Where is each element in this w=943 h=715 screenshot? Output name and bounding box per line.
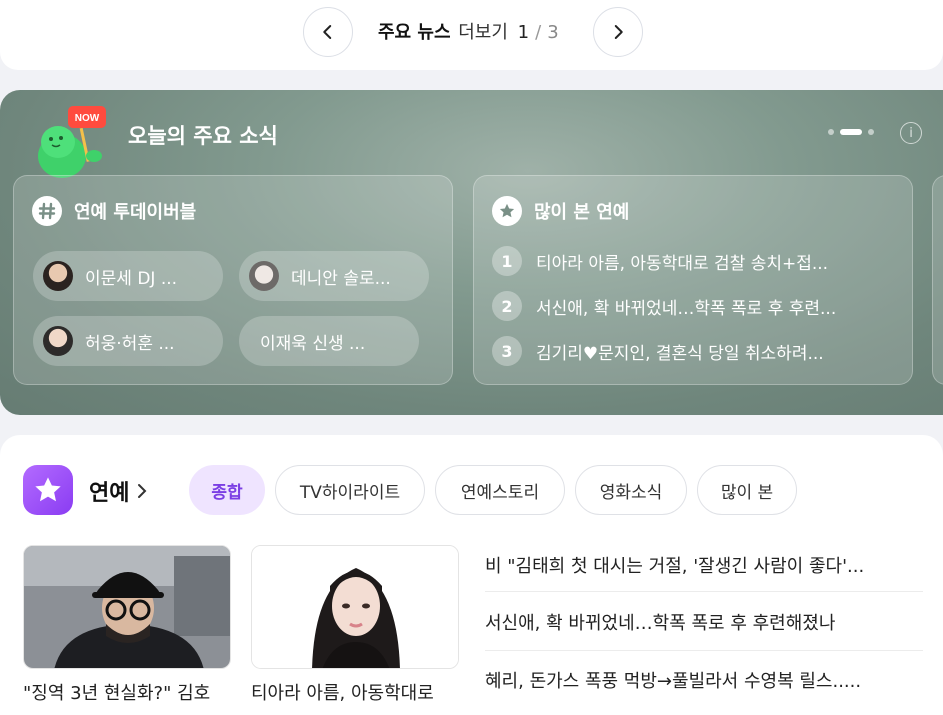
- divider: [485, 650, 923, 651]
- carousel-dots: [828, 129, 874, 135]
- trending-chip-label: 이문세 DJ ...: [85, 268, 178, 289]
- most-viewed-text: 김기리♥문지인, 결혼식 당일 취소하려...: [536, 343, 824, 364]
- trending-chip-label: 이재욱 신생 ...: [260, 333, 366, 354]
- headline-link[interactable]: 혜리, 돈가스 폭풍 먹방→풀빌라서 수영복 릴스.....: [485, 667, 923, 693]
- most-viewed-card: 많이 본 연예 1 티아라 아름, 아동학대로 검찰 송치+접... 2 서신애…: [473, 175, 913, 385]
- mascot-badge: NOW: [75, 113, 100, 124]
- today-news-panel: NOW 오늘의 주요 소식 i 연예 투데이버블 이문세 DJ ... 데니안 …: [0, 90, 943, 415]
- trending-chip-label: 허웅·허훈 ...: [85, 333, 175, 354]
- trending-card: 연예 투데이버블 이문세 DJ ... 데니안 솔로... 허웅·허훈 ... …: [13, 175, 453, 385]
- most-viewed-item[interactable]: 1 티아라 아름, 아동학대로 검찰 송치+접...: [492, 246, 828, 276]
- tab-ent-story[interactable]: 연예스토리: [435, 465, 565, 515]
- next-card-peek[interactable]: [932, 175, 943, 385]
- pager-current: 1: [517, 22, 530, 43]
- entertainment-section: 연예 종합 TV하이라이트 연예스토리 영화소식 많이 본 "징역 3년 현실화…: [0, 435, 943, 715]
- headline-link[interactable]: 비 "김태희 첫 대시는 거절, '잘생긴 사람이 좋다'...: [485, 552, 923, 578]
- pager-total: 3: [547, 22, 559, 43]
- trending-chip[interactable]: 이재욱 신생 ...: [239, 316, 419, 366]
- today-title: 오늘의 주요 소식: [128, 124, 278, 148]
- pager-title: 주요 뉴스: [378, 22, 451, 43]
- next-page-button[interactable]: [593, 7, 643, 57]
- thumbnail-caption[interactable]: 티아라 아름, 아동학대로: [251, 679, 461, 705]
- rank-number: 2: [492, 291, 522, 321]
- top-news-pager: 주요 뉴스 더보기 1/3: [0, 0, 943, 70]
- tab-tv-highlight[interactable]: TV하이라이트: [275, 465, 425, 515]
- trending-chip[interactable]: 데니안 솔로...: [239, 251, 429, 301]
- entertainment-title-link[interactable]: 연예: [89, 475, 149, 507]
- chevron-right-icon: [614, 25, 623, 39]
- news-thumbnail[interactable]: [23, 545, 231, 669]
- most-viewed-card-title: 많이 본 연예: [534, 202, 630, 223]
- news-photo: [24, 546, 230, 668]
- most-viewed-item[interactable]: 2 서신애, 확 바뀌었네…학폭 폭로 후 후련...: [492, 291, 836, 321]
- rank-number: 1: [492, 246, 522, 276]
- avatar: [249, 261, 279, 291]
- headline-link[interactable]: 서신애, 확 바뀌었네…학폭 폭로 후 후련해졌나: [485, 609, 923, 635]
- thumbnail-caption[interactable]: "징역 3년 현실화?" 김호: [23, 679, 233, 705]
- entertainment-logo-icon: [23, 465, 73, 515]
- chevron-left-icon: [323, 25, 332, 39]
- pager-separator: /: [535, 22, 542, 43]
- star-icon: [492, 196, 522, 226]
- trending-chip[interactable]: 이문세 DJ ...: [33, 251, 223, 301]
- tab-most-viewed[interactable]: 많이 본: [697, 465, 797, 515]
- most-viewed-card-header[interactable]: 많이 본 연예: [492, 196, 629, 226]
- most-viewed-item[interactable]: 3 김기리♥문지인, 결혼식 당일 취소하려...: [492, 336, 824, 366]
- pager-label: 주요 뉴스 더보기 1/3: [378, 18, 559, 44]
- chevron-right-icon: [138, 484, 147, 498]
- avatar: [43, 326, 73, 356]
- carousel-dot-active[interactable]: [840, 129, 862, 135]
- trending-chip[interactable]: 허웅·허훈 ...: [33, 316, 223, 366]
- avatar: [43, 261, 73, 291]
- rank-number: 3: [492, 336, 522, 366]
- entertainment-title: 연예: [89, 481, 130, 506]
- news-photo: [252, 546, 458, 668]
- most-viewed-text: 서신애, 확 바뀌었네…학폭 폭로 후 후련...: [536, 298, 837, 319]
- tab-movie-news[interactable]: 영화소식: [575, 465, 687, 515]
- prev-page-button[interactable]: [303, 7, 353, 57]
- trending-card-header[interactable]: 연예 투데이버블: [32, 196, 196, 226]
- trending-chip-label: 데니안 솔로...: [291, 268, 391, 289]
- carousel-dot[interactable]: [828, 129, 834, 135]
- mascot-icon: NOW: [38, 106, 106, 178]
- pager-more-link[interactable]: 더보기: [458, 22, 508, 43]
- tab-general[interactable]: 종합: [189, 465, 265, 515]
- hashtag-icon: [32, 196, 62, 226]
- divider: [485, 591, 923, 592]
- trending-card-title: 연예 투데이버블: [74, 202, 197, 223]
- carousel-dot[interactable]: [868, 129, 874, 135]
- news-thumbnail[interactable]: [251, 545, 459, 669]
- info-icon[interactable]: i: [900, 122, 922, 144]
- most-viewed-text: 티아라 아름, 아동학대로 검찰 송치+접...: [536, 253, 829, 274]
